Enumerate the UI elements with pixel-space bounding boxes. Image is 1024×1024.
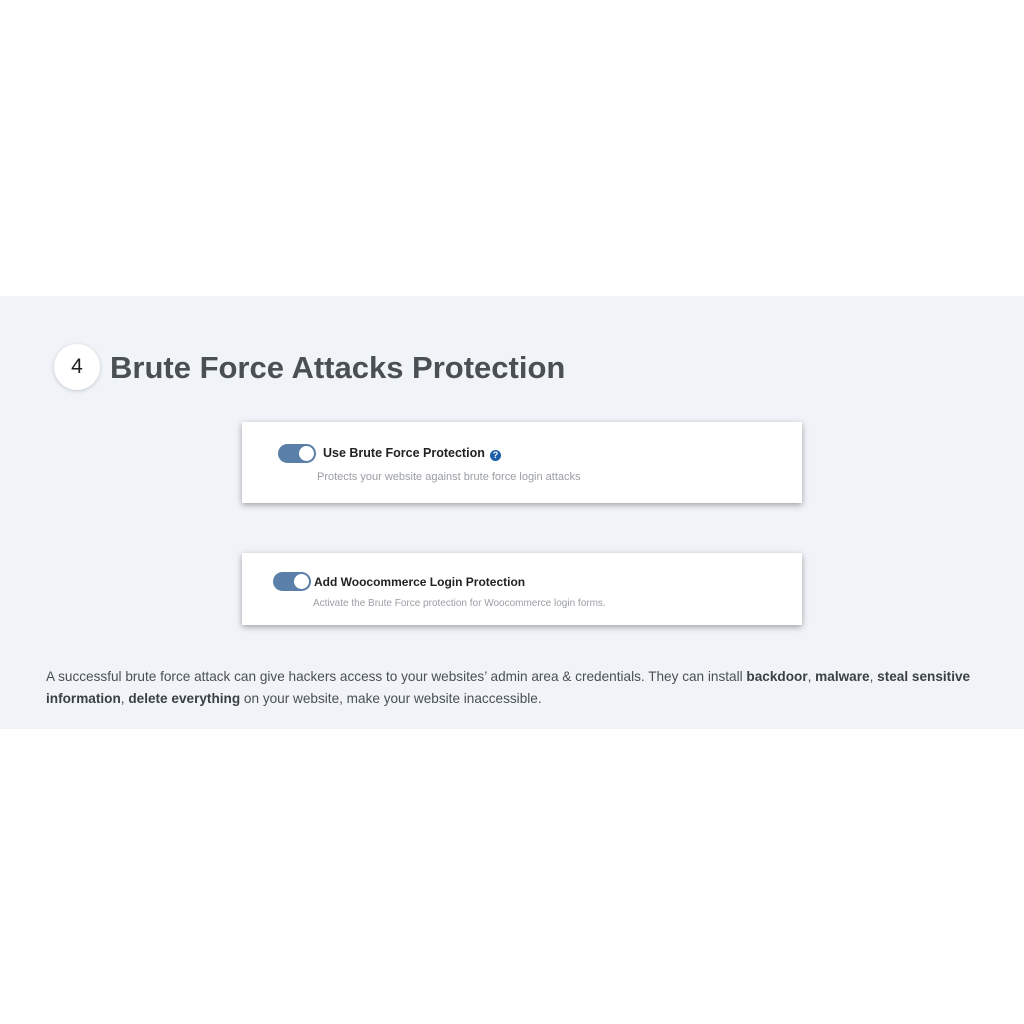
brute-force-description: Protects your website against brute forc… [317,471,581,483]
brute-force-option-card: Use Brute Force Protection ? Protects yo… [242,422,802,503]
highlight-malware: malware [815,669,870,684]
brute-force-toggle[interactable] [278,444,316,463]
woocommerce-login-toggle[interactable] [273,572,311,591]
section-description: A successful brute force attack can give… [46,666,1006,710]
toggle-knob [294,574,309,589]
toggle-knob [299,446,314,461]
description-outro: on your website, make your website inacc… [240,691,542,706]
woocommerce-option-card: Add Woocommerce Login Protection Activat… [242,553,802,625]
woocommerce-login-label: Add Woocommerce Login Protection [314,575,526,589]
woocommerce-login-description: Activate the Brute Force protection for … [313,598,606,609]
step-number-badge: 4 [54,344,100,390]
brute-force-label: Use Brute Force Protection [323,446,485,460]
highlight-delete-everything: delete everything [128,691,241,706]
section-title: Brute Force Attacks Protection [110,350,566,385]
question-circle-icon[interactable]: ? [490,450,501,461]
description-intro: A successful brute force attack can give… [46,669,747,684]
highlight-backdoor: backdoor [746,669,808,684]
